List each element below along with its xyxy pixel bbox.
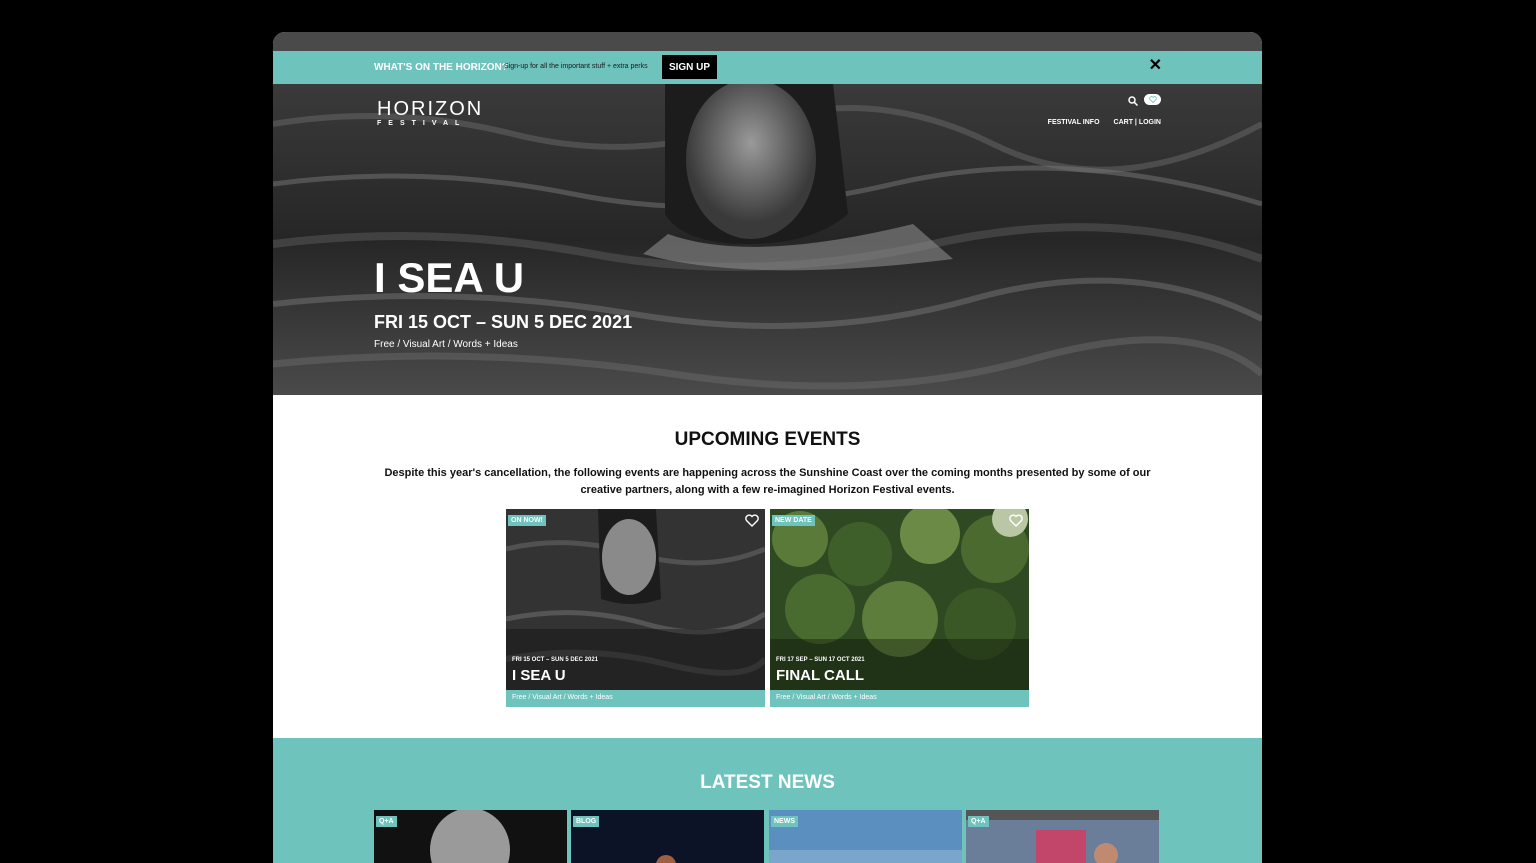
horizon-logo[interactable]: HORIZON FESTIVAL bbox=[377, 98, 483, 127]
news-card[interactable]: NEWS bbox=[769, 810, 962, 863]
section-description: Despite this year's cancellation, the fo… bbox=[384, 467, 1151, 496]
event-dates: FRI 15 OCT – SUN 5 DEC 2021 bbox=[512, 657, 599, 663]
heart-icon bbox=[1148, 96, 1157, 103]
close-icon[interactable]: ✕ bbox=[1149, 55, 1162, 75]
hero-banner[interactable]: HORIZON FESTIVAL FESTIVAL INFO CART | LO… bbox=[273, 84, 1262, 395]
hero-dates: FRI 15 OCT – SUN 5 DEC 2021 bbox=[374, 312, 633, 332]
main-nav: FESTIVAL INFO CART | LOGIN bbox=[1048, 119, 1161, 126]
event-title: FINAL CALL bbox=[776, 667, 865, 684]
promo-question: WHAT'S ON THE HORIZON? bbox=[374, 62, 508, 73]
event-card[interactable]: ON NOW! FRI 15 OCT – SUN 5 DEC 2021 I SE… bbox=[506, 509, 765, 707]
news-card[interactable]: Q+A bbox=[374, 810, 567, 863]
news-image bbox=[656, 855, 676, 863]
upcoming-events-section: UPCOMING EVENTS Despite this year's canc… bbox=[273, 395, 1262, 738]
news-image bbox=[966, 810, 1159, 863]
heart-icon[interactable] bbox=[745, 514, 759, 527]
favourites-button[interactable] bbox=[1144, 94, 1161, 105]
news-badge: Q+A bbox=[968, 816, 989, 827]
status-badge: ON NOW! bbox=[508, 515, 546, 526]
browser-chrome-bar bbox=[273, 32, 1262, 51]
event-tags: Free / Visual Art / Words + Ideas bbox=[770, 690, 1029, 707]
section-heading: LATEST NEWS bbox=[700, 772, 835, 793]
nav-festival-info[interactable]: FESTIVAL INFO bbox=[1048, 119, 1100, 126]
news-card[interactable]: Q+A bbox=[966, 810, 1159, 863]
hero-title: I SEA U bbox=[374, 254, 525, 301]
heart-icon[interactable] bbox=[1009, 514, 1023, 527]
news-badge: BLOG bbox=[573, 816, 600, 827]
section-heading: UPCOMING EVENTS bbox=[674, 429, 861, 450]
hero-tags: Free / Visual Art / Words + Ideas bbox=[374, 339, 518, 350]
news-image bbox=[430, 810, 510, 863]
event-title: I SEA U bbox=[512, 667, 566, 684]
event-card[interactable]: NEW DATE FRI 17 SEP – SUN 17 OCT 2021 FI… bbox=[770, 509, 1029, 707]
nav-cart-login[interactable]: CART | LOGIN bbox=[1114, 119, 1161, 126]
promo-subtext: Sign-up for all the important stuff + ex… bbox=[504, 63, 648, 70]
logo-line1: HORIZON bbox=[377, 98, 484, 120]
news-badge: NEWS bbox=[771, 816, 798, 827]
event-tags: Free / Visual Art / Words + Ideas bbox=[506, 690, 765, 707]
logo-line2: FESTIVAL bbox=[377, 120, 467, 127]
event-dates: FRI 17 SEP – SUN 17 OCT 2021 bbox=[776, 657, 865, 663]
browser-frame: WHAT'S ON THE HORIZON? Sign-up for all t… bbox=[273, 32, 1262, 863]
signup-button[interactable]: SIGN UP bbox=[662, 55, 717, 79]
promo-banner: WHAT'S ON THE HORIZON? Sign-up for all t… bbox=[273, 51, 1262, 84]
news-card[interactable]: BLOG bbox=[571, 810, 764, 863]
status-badge: NEW DATE bbox=[772, 515, 815, 526]
search-icon[interactable] bbox=[1128, 96, 1138, 106]
news-badge: Q+A bbox=[376, 816, 397, 827]
latest-news-section: LATEST NEWS Q+A BLOG NEWS Q+A bbox=[273, 738, 1262, 863]
